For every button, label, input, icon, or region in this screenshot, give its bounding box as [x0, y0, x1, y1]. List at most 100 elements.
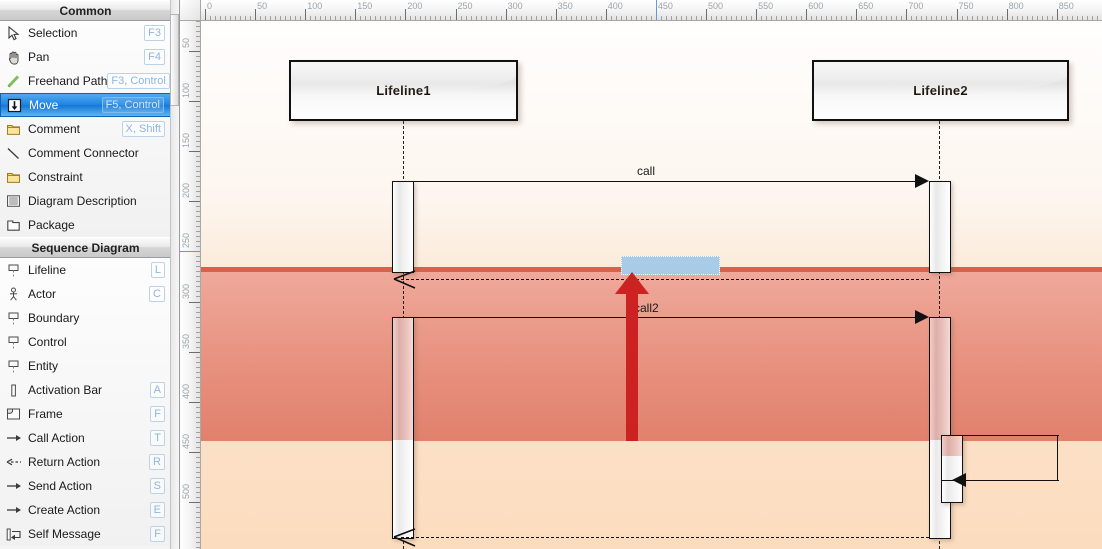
lifeline-1-activation-bar-1[interactable] [392, 181, 414, 273]
palette-item-create-action[interactable]: Create Action E [0, 498, 171, 522]
ruler-tick-minor [831, 16, 833, 20]
ruler-tick-minor [196, 236, 200, 238]
ruler-tick-minor [196, 136, 200, 138]
palette-item-entity[interactable]: Entity [0, 354, 171, 378]
palette-item-constraint[interactable]: Constraint [0, 165, 171, 189]
ruler-tick-minor [196, 56, 200, 57]
ruler-label: 400 [607, 1, 623, 11]
palette-item-return-action[interactable]: Return Action R [0, 450, 171, 474]
ruler-tick-minor [660, 16, 662, 20]
horizontal-ruler[interactable]: 0 50 100 150 200 250 300 350 400 450 500 550 600 650 7… [201, 0, 1102, 21]
vertical-ruler[interactable]: 50 100 150 200 250 300 350 400 450 500 [180, 21, 201, 549]
ruler-label: 0 [207, 1, 213, 11]
ruler-tick-minor [300, 16, 302, 20]
ruler-tick-minor [976, 16, 978, 20]
palette-item-self-message[interactable]: Self Message F [0, 522, 171, 546]
palette-item-shortcut: F3 [144, 25, 165, 41]
ruler-label: 200 [181, 183, 191, 199]
palette-group-title: Common [59, 4, 112, 18]
ruler-tick-minor [196, 61, 200, 63]
ruler-tick-minor [196, 416, 200, 418]
ruler-tick-minor [350, 16, 352, 20]
ruler-tick-minor [390, 16, 392, 20]
ruler-tick-minor [450, 16, 452, 20]
message-return-1-line[interactable] [401, 279, 929, 280]
ruler-label: 400 [181, 383, 191, 399]
diagram-surface[interactable]: Lifeline1 Lifeline2 call call2 [201, 21, 1102, 549]
ruler-tick-minor [196, 441, 200, 443]
palette-group-header-sequence-diagram[interactable]: Sequence Diagram [0, 237, 171, 258]
lifeline-2-activation-bar-2[interactable] [929, 317, 951, 539]
ruler-tick-minor [640, 16, 642, 20]
palette-item-comment[interactable]: Comment X, Shift [0, 117, 171, 141]
ruler-tick-minor [196, 366, 200, 368]
palette-item-move[interactable]: Move F5, Control [0, 93, 171, 117]
ruler-tick-minor [196, 45, 200, 47]
ruler-tick-minor [465, 16, 467, 20]
ruler-tick-major [189, 501, 200, 503]
ruler-tick-minor [196, 461, 200, 463]
palette-scrollbar[interactable] [170, 0, 179, 549]
message-call-line[interactable] [392, 181, 923, 182]
palette-item-send-action[interactable]: Send Action S [0, 474, 171, 498]
ruler-label: 450 [657, 1, 673, 11]
ruler-tick-minor [196, 361, 200, 363]
ruler-tick-minor [565, 16, 567, 20]
message-call-label[interactable]: call [637, 164, 655, 178]
palette-item-selection[interactable]: Selection F3 [0, 21, 171, 45]
ruler-label: 250 [181, 233, 191, 249]
palette-item-freehand-path[interactable]: Freehand Path F3, Control [0, 69, 171, 93]
palette-item-shortcut: X, Shift [121, 121, 165, 137]
palette-item-pan[interactable]: Pan F4 [0, 45, 171, 69]
palette-item-diagram-description[interactable]: Diagram Description [0, 189, 171, 213]
ruler-tick-minor [196, 211, 200, 213]
ruler-tick-minor [196, 331, 200, 333]
ruler-tick-minor [196, 196, 200, 198]
ruler-tick-minor [196, 431, 200, 433]
ruler-tick-minor [1051, 16, 1053, 20]
palette-item-label: Control [28, 335, 67, 349]
palette-item-label: Freehand Path [28, 74, 108, 88]
lifeline-1-activation-bar-2[interactable] [392, 317, 414, 539]
message-self-line-top[interactable] [941, 435, 1059, 436]
palette-item-package[interactable]: Package [0, 213, 171, 237]
ruler-label: 750 [958, 1, 974, 11]
ruler-tick-minor [375, 16, 377, 20]
lifeline-2-activation-bar-1[interactable] [929, 181, 951, 273]
palette-scrollbar-thumb[interactable] [170, 14, 179, 106]
palette-item-comment-connector[interactable]: Comment Connector [0, 141, 171, 165]
ruler-tick-minor [525, 16, 527, 20]
ruler-tick-minor [540, 16, 542, 20]
ruler-tick-minor [445, 16, 447, 20]
lifeline-2-header[interactable]: Lifeline2 [812, 60, 1069, 121]
palette-item-label: Selection [28, 26, 78, 40]
ruler-tick-minor [1046, 16, 1048, 20]
ruler-tick-minor [315, 16, 317, 20]
ruler-tick-minor [1066, 16, 1068, 20]
palette-item-lifeline[interactable]: Lifeline L [0, 258, 171, 282]
palette-item-control[interactable]: Control [0, 330, 171, 354]
ruler-tick-minor [380, 16, 382, 20]
palette-item-label: Call Action [28, 431, 85, 445]
palette-item-boundary[interactable]: Boundary [0, 306, 171, 330]
lifeline-1-header[interactable]: Lifeline1 [289, 60, 518, 121]
ruler-tick-minor [936, 16, 938, 20]
message-self-line-right[interactable] [1057, 435, 1058, 481]
palette-item-frame[interactable]: Frame F [0, 402, 171, 426]
ruler-tick-minor [966, 16, 968, 20]
palette-group-header-common[interactable]: Common [0, 0, 171, 21]
ruler-tick-major [856, 9, 858, 20]
ruler-tick-minor [196, 231, 200, 233]
ruler-tick-minor [196, 481, 200, 483]
ruler-tick-minor [196, 261, 200, 263]
ruler-tick-minor [235, 16, 237, 20]
ruler-tick-minor [891, 16, 893, 20]
palette-item-call-action[interactable]: Call Action T [0, 426, 171, 450]
ruler-tick-minor [196, 541, 200, 543]
message-return-2-line[interactable] [401, 537, 929, 538]
palette-item-activation-bar[interactable]: Activation Bar A [0, 378, 171, 402]
ruler-tick-minor [196, 506, 200, 508]
message-call2-line[interactable] [392, 317, 923, 318]
palette-item-actor[interactable]: Actor C [0, 282, 171, 306]
lifeline-2-nested-activation-bar[interactable] [941, 435, 963, 503]
